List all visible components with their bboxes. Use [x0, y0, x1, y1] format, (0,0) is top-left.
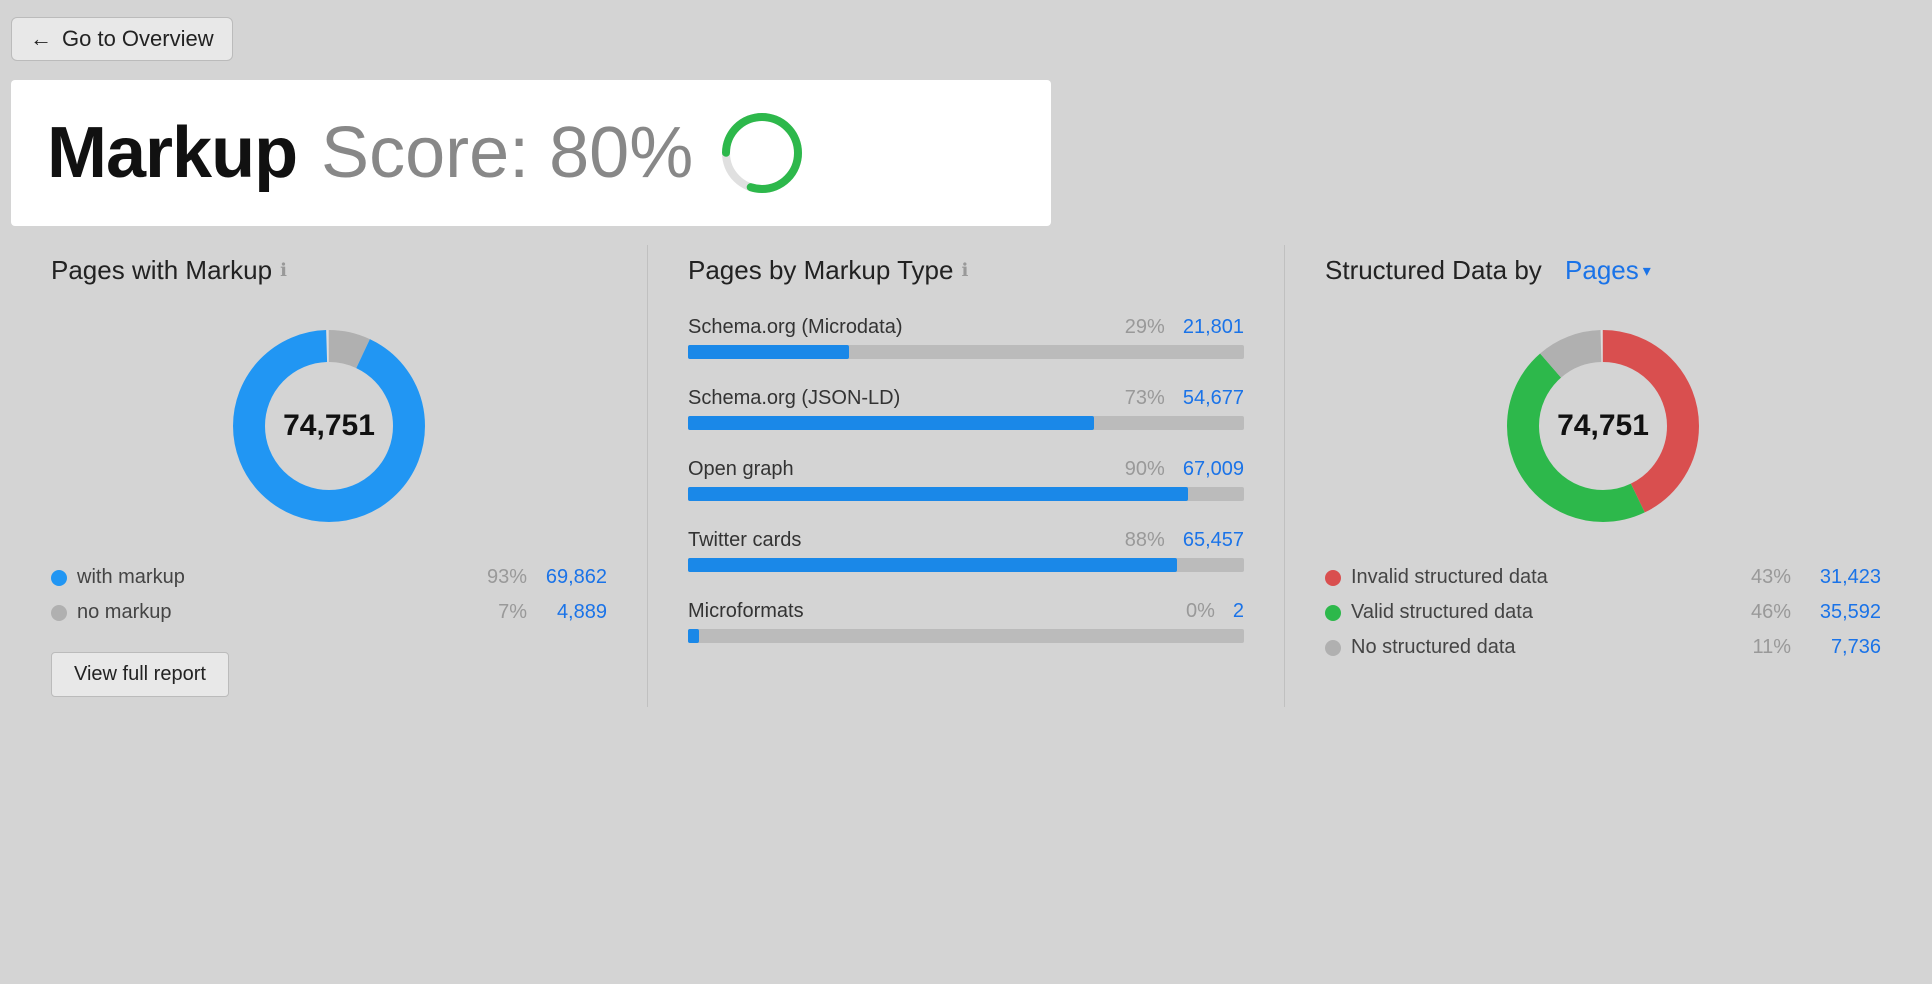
bar-pct-0: 29% [1125, 316, 1165, 339]
bar-label-0: Schema.org (Microdata) [688, 316, 903, 339]
bar-label-row-4: Microformats 0% 2 [688, 600, 1244, 623]
bar-track-3 [688, 558, 1244, 572]
bar-track-2 [688, 487, 1244, 501]
legend-val-valid[interactable]: 35,592 [1801, 601, 1881, 624]
structured-data-legend: Invalid structured data 43% 31,423 Valid… [1325, 566, 1881, 659]
bar-label-row-3: Twitter cards 88% 65,457 [688, 529, 1244, 552]
legend-item-no-markup: no markup 7% 4,889 [51, 601, 607, 624]
go-to-overview-button[interactable]: ← Go to Overview [11, 17, 233, 61]
score-donut-chart [717, 108, 807, 198]
bar-label-row-0: Schema.org (Microdata) 29% 21,801 [688, 316, 1244, 339]
structured-data-panel: Structured Data by Pages ▾ 74,751 [1285, 225, 1921, 727]
legend-val-with-markup[interactable]: 69,862 [537, 566, 607, 589]
bar-pct-2: 90% [1125, 458, 1165, 481]
structured-data-donut-container: 74,751 [1325, 316, 1881, 536]
bar-val-3[interactable]: 65,457 [1183, 529, 1244, 552]
panel-title-markup-type-text: Pages by Markup Type [688, 255, 953, 286]
bar-fill-2 [688, 487, 1188, 501]
view-full-report-button[interactable]: View full report [51, 652, 229, 697]
legend-label-with-markup: with markup [77, 566, 472, 589]
bar-fill-0 [688, 345, 849, 359]
legend-item-no-structured: No structured data 11% 7,736 [1325, 636, 1881, 659]
legend-item-with-markup: with markup 93% 69,862 [51, 566, 607, 589]
panel-title-markup: Pages with Markup ℹ [51, 255, 607, 286]
bar-val-1[interactable]: 54,677 [1183, 387, 1244, 410]
pages-markup-donut-container: 74,751 [51, 316, 607, 536]
score-label: Score: 80% [321, 112, 693, 194]
legend-dot-invalid [1325, 570, 1341, 586]
chevron-down-icon: ▾ [1643, 261, 1651, 281]
panel-title-markup-type: Pages by Markup Type ℹ [688, 255, 1244, 286]
main-panels: Pages with Markup ℹ 74,751 with markup 9… [11, 225, 1921, 727]
legend-pct-valid: 46% [1741, 601, 1791, 624]
legend-dot-no-markup [51, 605, 67, 621]
info-icon-markup[interactable]: ℹ [280, 260, 287, 281]
bar-val-2[interactable]: 67,009 [1183, 458, 1244, 481]
legend-dot-with-markup [51, 570, 67, 586]
legend-item-invalid: Invalid structured data 43% 31,423 [1325, 566, 1881, 589]
pages-by-markup-type-panel: Pages by Markup Type ℹ Schema.org (Micro… [648, 225, 1284, 727]
legend-val-no-markup[interactable]: 4,889 [537, 601, 607, 624]
legend-label-no-structured: No structured data [1351, 636, 1731, 659]
bar-fill-1 [688, 416, 1094, 430]
legend-item-valid: Valid structured data 46% 35,592 [1325, 601, 1881, 624]
legend-pct-no-markup: 7% [482, 601, 527, 624]
bar-val-4[interactable]: 2 [1233, 600, 1244, 623]
page-title-markup: Markup [47, 112, 297, 194]
header-card: Markup Score: 80% [11, 80, 1051, 226]
info-icon-markup-type[interactable]: ℹ [961, 260, 968, 281]
bar-val-0[interactable]: 21,801 [1183, 316, 1244, 339]
bar-row-0: Schema.org (Microdata) 29% 21,801 [688, 316, 1244, 359]
bar-row-1: Schema.org (JSON-LD) 73% 54,677 [688, 387, 1244, 430]
legend-pct-with-markup: 93% [482, 566, 527, 589]
bar-row-2: Open graph 90% 67,009 [688, 458, 1244, 501]
panel-title-structured-prefix: Structured Data by [1325, 255, 1542, 286]
pages-markup-legend: with markup 93% 69,862 no markup 7% 4,88… [51, 566, 607, 624]
bar-label-row-1: Schema.org (JSON-LD) 73% 54,677 [688, 387, 1244, 410]
legend-dot-valid [1325, 605, 1341, 621]
panel-title-structured: Structured Data by Pages ▾ [1325, 255, 1881, 286]
bar-track-4 [688, 629, 1244, 643]
legend-val-invalid[interactable]: 31,423 [1801, 566, 1881, 589]
bar-label-4: Microformats [688, 600, 804, 623]
legend-label-invalid: Invalid structured data [1351, 566, 1731, 589]
structured-data-dropdown[interactable]: Pages ▾ [1565, 255, 1651, 286]
legend-label-no-markup: no markup [77, 601, 472, 624]
bar-pct-1: 73% [1125, 387, 1165, 410]
bar-track-0 [688, 345, 1244, 359]
bar-label-row-2: Open graph 90% 67,009 [688, 458, 1244, 481]
markup-type-bars: Schema.org (Microdata)29%21,801Schema.or… [688, 316, 1244, 643]
bar-label-3: Twitter cards [688, 529, 801, 552]
bar-fill-4 [688, 629, 699, 643]
bar-row-4: Microformats 0% 2 [688, 600, 1244, 643]
bar-pct-3: 88% [1125, 529, 1165, 552]
pages-markup-center-value: 74,751 [283, 409, 375, 443]
legend-pct-no-structured: 11% [1741, 636, 1791, 659]
bar-label-1: Schema.org (JSON-LD) [688, 387, 900, 410]
bar-label-2: Open graph [688, 458, 794, 481]
legend-pct-invalid: 43% [1741, 566, 1791, 589]
legend-val-no-structured[interactable]: 7,736 [1801, 636, 1881, 659]
dropdown-label-text: Pages [1565, 255, 1639, 286]
back-arrow-icon: ← [30, 26, 52, 52]
go-to-overview-label: Go to Overview [62, 26, 214, 52]
bar-row-3: Twitter cards 88% 65,457 [688, 529, 1244, 572]
panel-title-text: Pages with Markup [51, 255, 272, 286]
bar-fill-3 [688, 558, 1177, 572]
pages-with-markup-panel: Pages with Markup ℹ 74,751 with markup 9… [11, 225, 647, 727]
bar-pct-4: 0% [1186, 600, 1215, 623]
legend-dot-no-structured [1325, 640, 1341, 656]
structured-data-center-value: 74,751 [1557, 409, 1649, 443]
legend-label-valid: Valid structured data [1351, 601, 1731, 624]
bar-track-1 [688, 416, 1244, 430]
